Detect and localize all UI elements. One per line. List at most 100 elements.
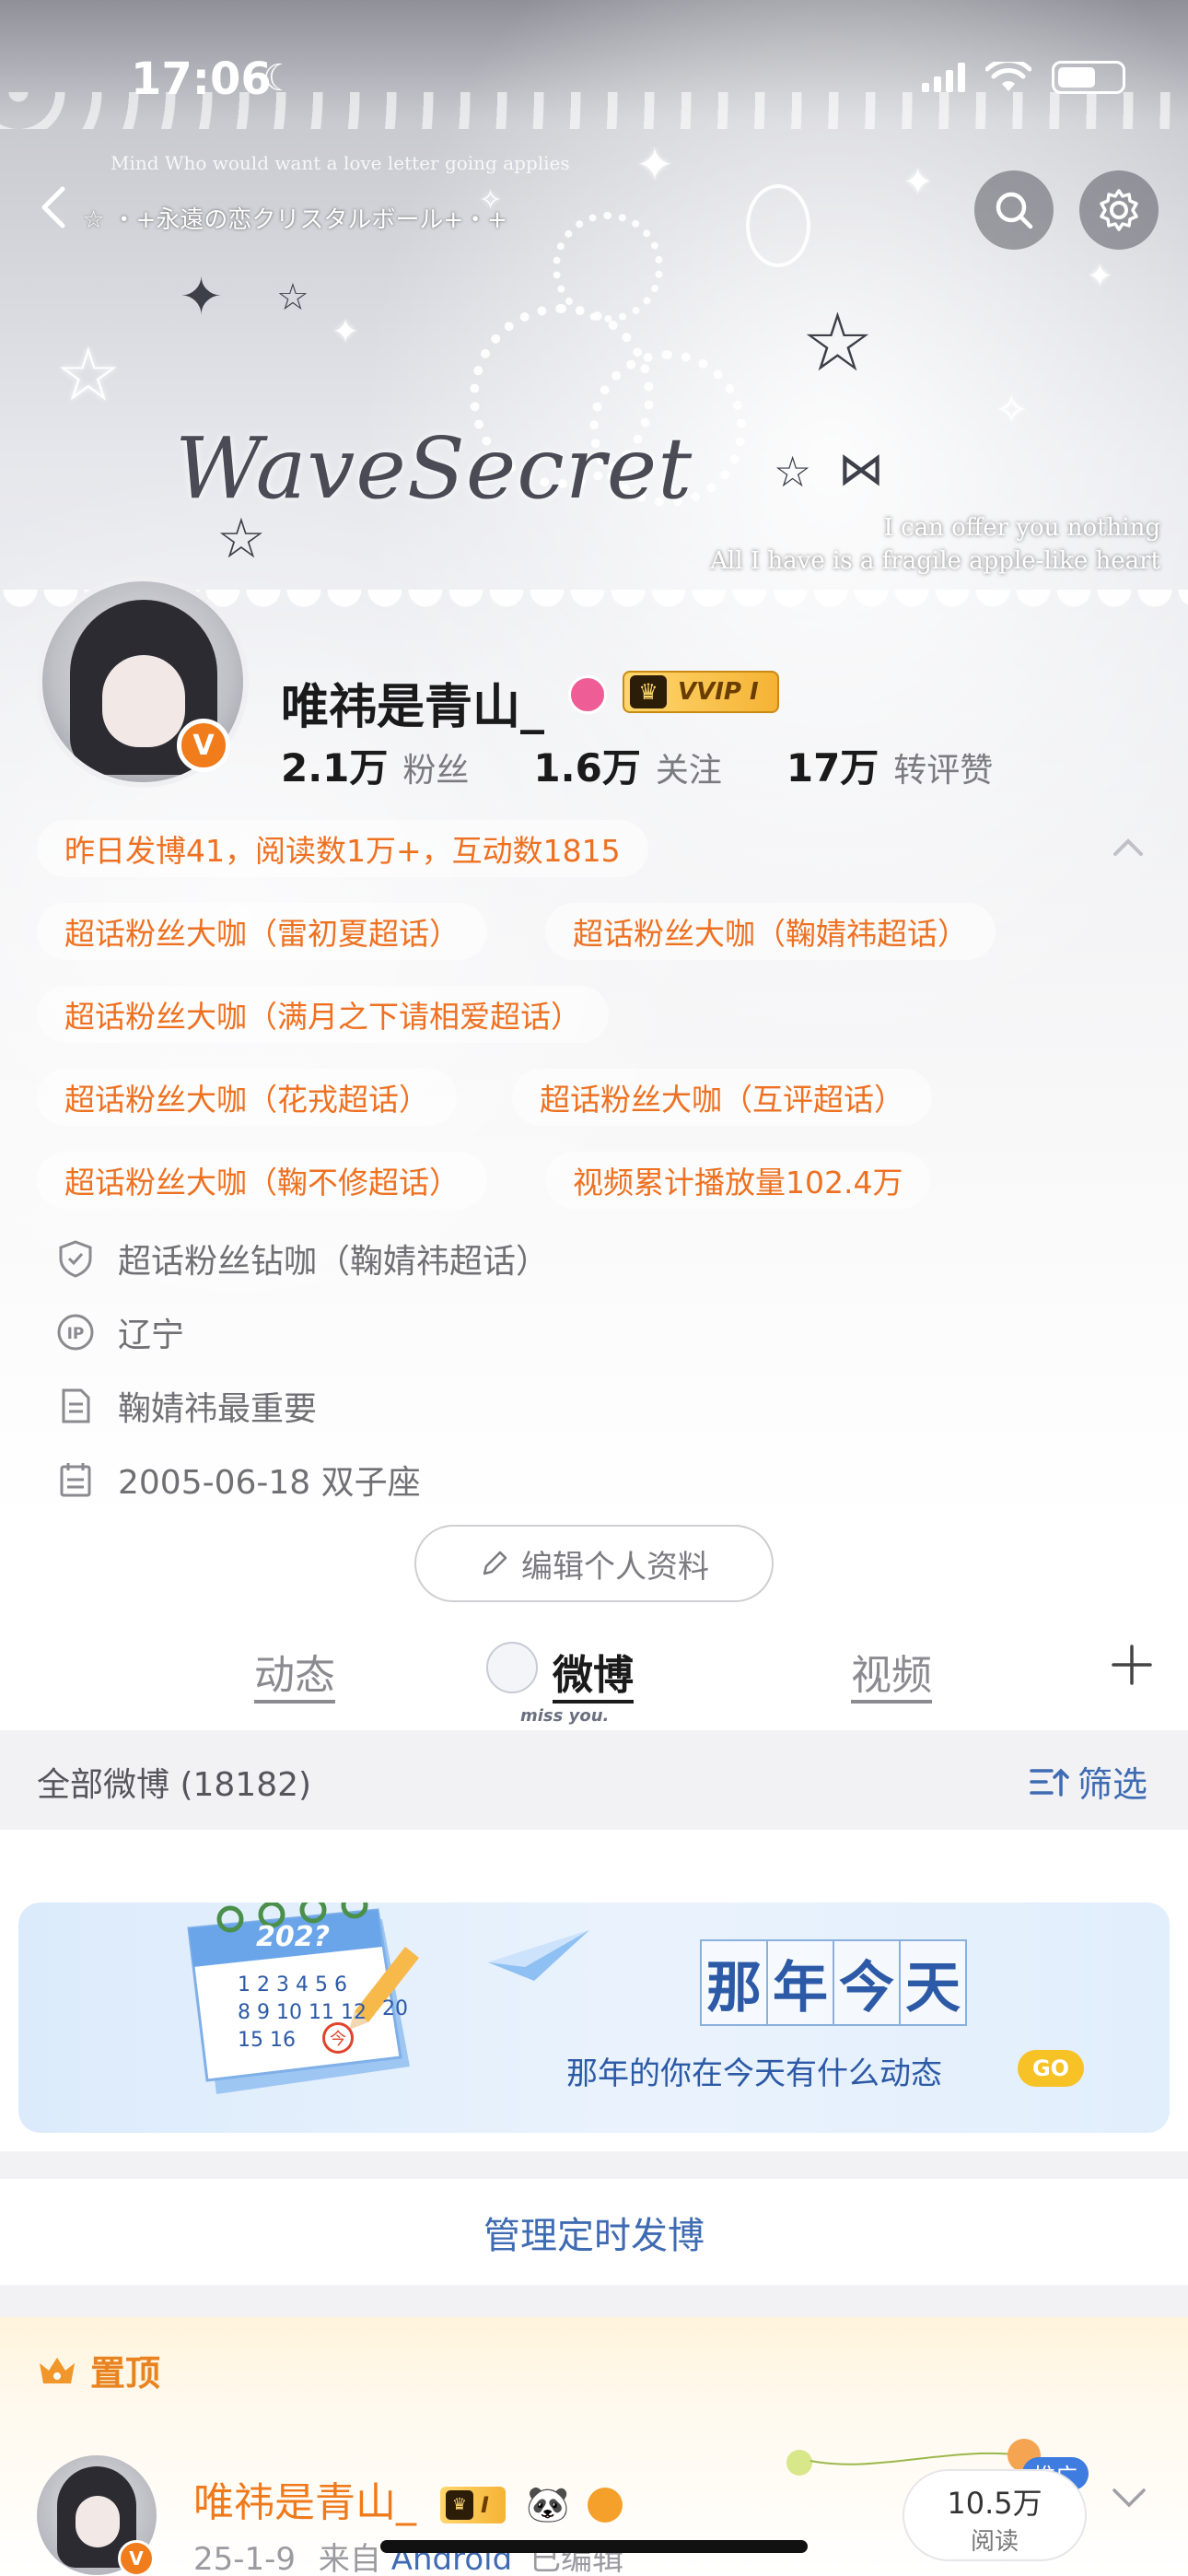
chevron-up-icon[interactable] xyxy=(1110,834,1147,861)
tag-superfan[interactable]: 超话粉丝大咖（雷初夏超话） xyxy=(37,903,487,960)
on-this-day-card[interactable]: 202? 1 2 3 4 5 6 8 9 10 11 12 15 16 20 今… xyxy=(18,1903,1170,2133)
search-icon xyxy=(996,192,1033,229)
svg-text:IP: IP xyxy=(67,1325,85,1343)
tag-video-plays[interactable]: 视频累计播放量102.4万 xyxy=(545,1152,931,1209)
tag-superfan[interactable]: 超话粉丝大咖（互评超话） xyxy=(512,1069,932,1126)
cover-quote-line-1: I can offer you nothing xyxy=(883,514,1160,542)
stat-followers[interactable]: 2.1万 粉丝 xyxy=(281,737,469,793)
pinned-text: 置顶 xyxy=(90,2353,161,2394)
mascot-icon xyxy=(486,1642,538,1693)
stat-label: 转评赞 xyxy=(893,752,994,790)
star-outline-icon: ☆ xyxy=(55,332,122,417)
title-char: 天 xyxy=(899,1939,967,2026)
cover-subtitle: ☆ ・+永遠の恋クリスタルボール+・+ xyxy=(83,206,507,234)
shield-icon xyxy=(59,1240,92,1278)
star-outline-icon: ☆ xyxy=(276,276,309,319)
stat-label: 粉丝 xyxy=(402,752,470,790)
profile-stats: 2.1万 粉丝 1.6万 关注 17万 转评赞 xyxy=(281,737,1057,793)
vvip-label: VVIP I xyxy=(678,678,759,706)
read-count: 10.5万 阅读 xyxy=(903,2469,1087,2561)
info-text: 超话粉丝钻咖（鞠婧祎超话） xyxy=(118,1243,550,1281)
stat-value: 1.6万 xyxy=(533,745,641,790)
post-date: 25-1-9 xyxy=(193,2541,297,2576)
star-outline-icon: ☆ xyxy=(774,447,812,497)
section-divider xyxy=(0,2285,1188,2317)
pearl-ring-decoration xyxy=(553,212,663,322)
vvip-badge[interactable]: ♛ VVIP I xyxy=(623,671,779,713)
read-count-value: 10.5万 xyxy=(947,2486,1042,2521)
crown-icon: ♛ xyxy=(630,675,667,708)
pink-verify-icon[interactable] xyxy=(568,675,607,714)
stat-following[interactable]: 1.6万 关注 xyxy=(533,737,721,793)
manage-scheduled-posts-button[interactable]: 管理定时发博 xyxy=(0,2182,1188,2283)
calendar-today-marker: 今 xyxy=(322,2022,354,2054)
post-from-label: 来自 xyxy=(318,2541,381,2576)
info-row-ip: IP 辽宁 xyxy=(55,1308,184,1356)
info-text: 辽宁 xyxy=(118,1317,185,1354)
settings-button[interactable] xyxy=(1079,170,1159,250)
on-this-day-title: 那 年 今 天 xyxy=(700,1939,967,2026)
on-this-day-subtitle: 那年的你在今天有什么动态 xyxy=(566,2055,942,2092)
plus-icon[interactable] xyxy=(1109,1642,1155,1688)
tag-superfan[interactable]: 超话粉丝大咖（鞠不修超话） xyxy=(37,1152,487,1209)
pinned-post[interactable]: 置顶 V 唯祎是青山_ ♛I 🐼 25-1-9 来自 Android 已编辑 推… xyxy=(0,2317,1188,2576)
cellular-signal-icon xyxy=(922,63,965,92)
tab-feed[interactable]: 动态 xyxy=(254,1642,335,1701)
calendar-year: 202? xyxy=(256,1921,331,1953)
post-verified-icon: V xyxy=(118,2540,155,2576)
edit-profile-button[interactable]: 编辑个人资料 xyxy=(414,1525,774,1602)
post-vip-label: I xyxy=(481,2492,489,2518)
post-count: 全部微博 (18182) xyxy=(37,1766,312,1804)
crown-icon: ♛ xyxy=(446,2490,473,2520)
read-count-label: 阅读 xyxy=(970,2528,1019,2556)
stat-value: 17万 xyxy=(786,745,879,790)
paper-plane-icon xyxy=(488,1930,589,1981)
sparkle-icon: ✦ xyxy=(1087,258,1113,295)
crown-icon xyxy=(40,2357,75,2383)
stat-label: 关注 xyxy=(655,752,722,790)
star-outline-icon: ☆ xyxy=(801,295,874,390)
document-icon xyxy=(62,1388,90,1423)
stat-value: 2.1万 xyxy=(281,745,389,790)
info-text: 鞠婧祎最重要 xyxy=(118,1390,318,1428)
verified-badge-icon: V xyxy=(177,719,230,772)
post-author[interactable]: 唯祎是青山_ ♛ I 🐼 xyxy=(193,2469,623,2528)
sparkle-icon: ✦ xyxy=(903,161,934,204)
status-indicators xyxy=(922,61,1125,94)
calendar-row: 1 2 3 4 5 6 xyxy=(238,1973,347,1996)
pinned-label: 置顶 xyxy=(37,2345,160,2395)
info-row-bio: 鞠婧祎最重要 xyxy=(55,1382,317,1430)
cover-quote-line-2: All I have is a fragile apple-like heart xyxy=(710,547,1160,575)
post-author-name: 唯祎是青山_ xyxy=(193,2479,416,2526)
tag-superfan[interactable]: 超话粉丝大咖（花戎超话） xyxy=(37,1069,457,1126)
calendar-row: 8 9 10 11 12 xyxy=(238,2001,367,2024)
sparkle-icon: ✦ xyxy=(635,138,674,192)
stat-interactions[interactable]: 17万 转评赞 xyxy=(786,737,993,793)
post-vip-badge: ♛ I xyxy=(440,2487,506,2523)
title-char: 那 xyxy=(700,1939,768,2026)
gear-icon xyxy=(1100,189,1138,231)
tag-daily-stats[interactable]: 昨日发博41，阅读数1万+，互动数1815 xyxy=(37,820,648,877)
title-char: 今 xyxy=(833,1939,901,2026)
filter-button[interactable]: 筛选 xyxy=(1028,1756,1147,1807)
mascot-caption: miss you. xyxy=(520,1706,610,1726)
tab-weibo[interactable]: 微博 xyxy=(553,1642,634,1701)
sparkle-icon: ✧ xyxy=(995,387,1029,434)
tab-video[interactable]: 视频 xyxy=(851,1642,932,1701)
profile-name: 唯祎是青山_ xyxy=(281,680,545,735)
chevron-down-icon[interactable] xyxy=(1109,2483,1149,2511)
edit-profile-label: 编辑个人资料 xyxy=(521,1548,709,1586)
info-row-superfan: 超话粉丝钻咖（鞠婧祎超话） xyxy=(55,1235,549,1282)
back-icon[interactable] xyxy=(28,180,83,235)
tag-superfan[interactable]: 超话粉丝大咖（满月之下请相爱超话） xyxy=(37,986,609,1043)
go-button[interactable]: GO xyxy=(1018,2050,1084,2087)
profile-tabs: 动态 微博 miss you. 视频 xyxy=(0,1622,1188,1732)
search-button[interactable] xyxy=(974,170,1054,250)
filter-bar: 全部微博 (18182) 筛选 xyxy=(0,1730,1188,1830)
post-avatar-face xyxy=(76,2496,120,2547)
pencil-icon xyxy=(483,1551,507,1575)
home-indicator[interactable] xyxy=(380,2540,808,2553)
filter-label: 筛选 xyxy=(1077,1764,1147,1805)
sparkle-icon: ✦ xyxy=(332,313,360,351)
tag-superfan[interactable]: 超话粉丝大咖（鞠婧祎超话） xyxy=(545,903,996,960)
